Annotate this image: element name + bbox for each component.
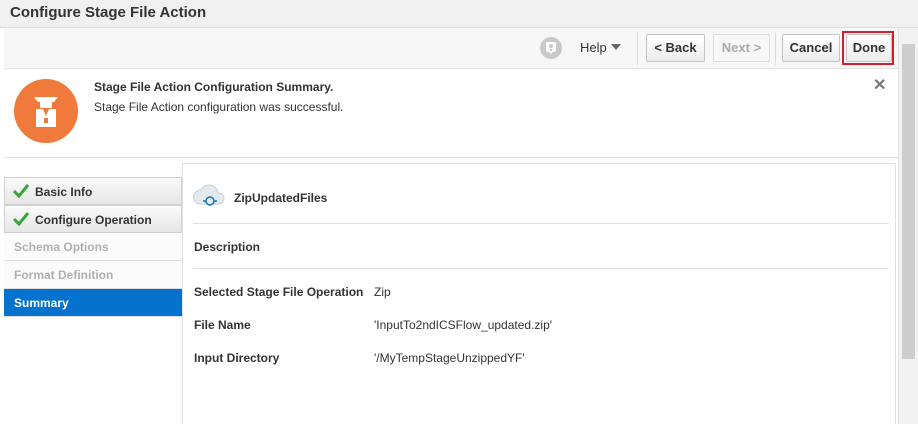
checkmark-icon xyxy=(13,184,29,198)
train-step-format-definition: Format Definition xyxy=(4,261,182,289)
close-icon[interactable]: ✕ xyxy=(873,78,886,94)
banner-message: Stage File Action configuration was succ… xyxy=(94,100,344,114)
divider xyxy=(193,268,889,269)
input-directory-label: Input Directory xyxy=(194,351,280,365)
cancel-button[interactable]: Cancel xyxy=(782,34,840,62)
train-step-basic-info[interactable]: Basic Info xyxy=(4,177,182,205)
description-label: Description xyxy=(194,240,261,254)
train-step-label: Format Definition xyxy=(14,268,114,282)
action-name: ZipUpdatedFiles xyxy=(234,191,328,205)
banner-title: Stage File Action Configuration Summary. xyxy=(94,80,334,94)
toolbar: Help < Back Next > Cancel Done xyxy=(4,28,898,69)
train-step-label: Summary xyxy=(14,296,69,310)
back-button[interactable]: < Back xyxy=(646,34,705,62)
help-bubble-icon[interactable] xyxy=(540,37,562,59)
vertical-scrollbar[interactable] xyxy=(898,28,918,424)
done-button-highlight xyxy=(842,31,894,65)
confirmation-banner: Stage File Action Configuration Summary.… xyxy=(4,69,898,158)
train-step-schema-options: Schema Options xyxy=(4,233,182,261)
operation-value: Zip xyxy=(374,285,391,299)
next-button[interactable]: Next > xyxy=(713,34,770,62)
train-step-configure-operation[interactable]: Configure Operation xyxy=(4,205,182,233)
summary-panel: ZipUpdatedFiles Description Selected Sta… xyxy=(182,163,896,424)
file-name-label: File Name xyxy=(194,318,251,332)
checkmark-icon xyxy=(13,212,29,226)
toolbar-divider xyxy=(775,32,776,65)
cloud-connection-icon xyxy=(193,184,225,206)
file-name-value: 'InputTo2ndICSFlow_updated.zip' xyxy=(374,318,553,332)
dialog-title: Configure Stage File Action xyxy=(10,4,207,21)
operation-label: Selected Stage File Operation xyxy=(194,285,364,299)
help-menu[interactable]: Help xyxy=(580,40,607,55)
train-step-summary[interactable]: Summary xyxy=(4,289,182,317)
train-step-label: Basic Info xyxy=(35,185,93,199)
train-step-label: Schema Options xyxy=(14,240,109,254)
chevron-down-icon[interactable] xyxy=(611,44,621,50)
divider xyxy=(193,223,889,224)
dialog-titlebar: Configure Stage File Action xyxy=(0,0,918,28)
toolbar-divider xyxy=(637,32,638,65)
stage-file-action-icon xyxy=(14,79,78,143)
wizard-train: Basic Info Configure Operation Schema Op… xyxy=(4,177,182,317)
input-directory-value: '/MyTempStageUnzippedYF' xyxy=(374,351,525,365)
scrollbar-thumb[interactable] xyxy=(902,44,915,359)
train-step-label: Configure Operation xyxy=(35,213,152,227)
